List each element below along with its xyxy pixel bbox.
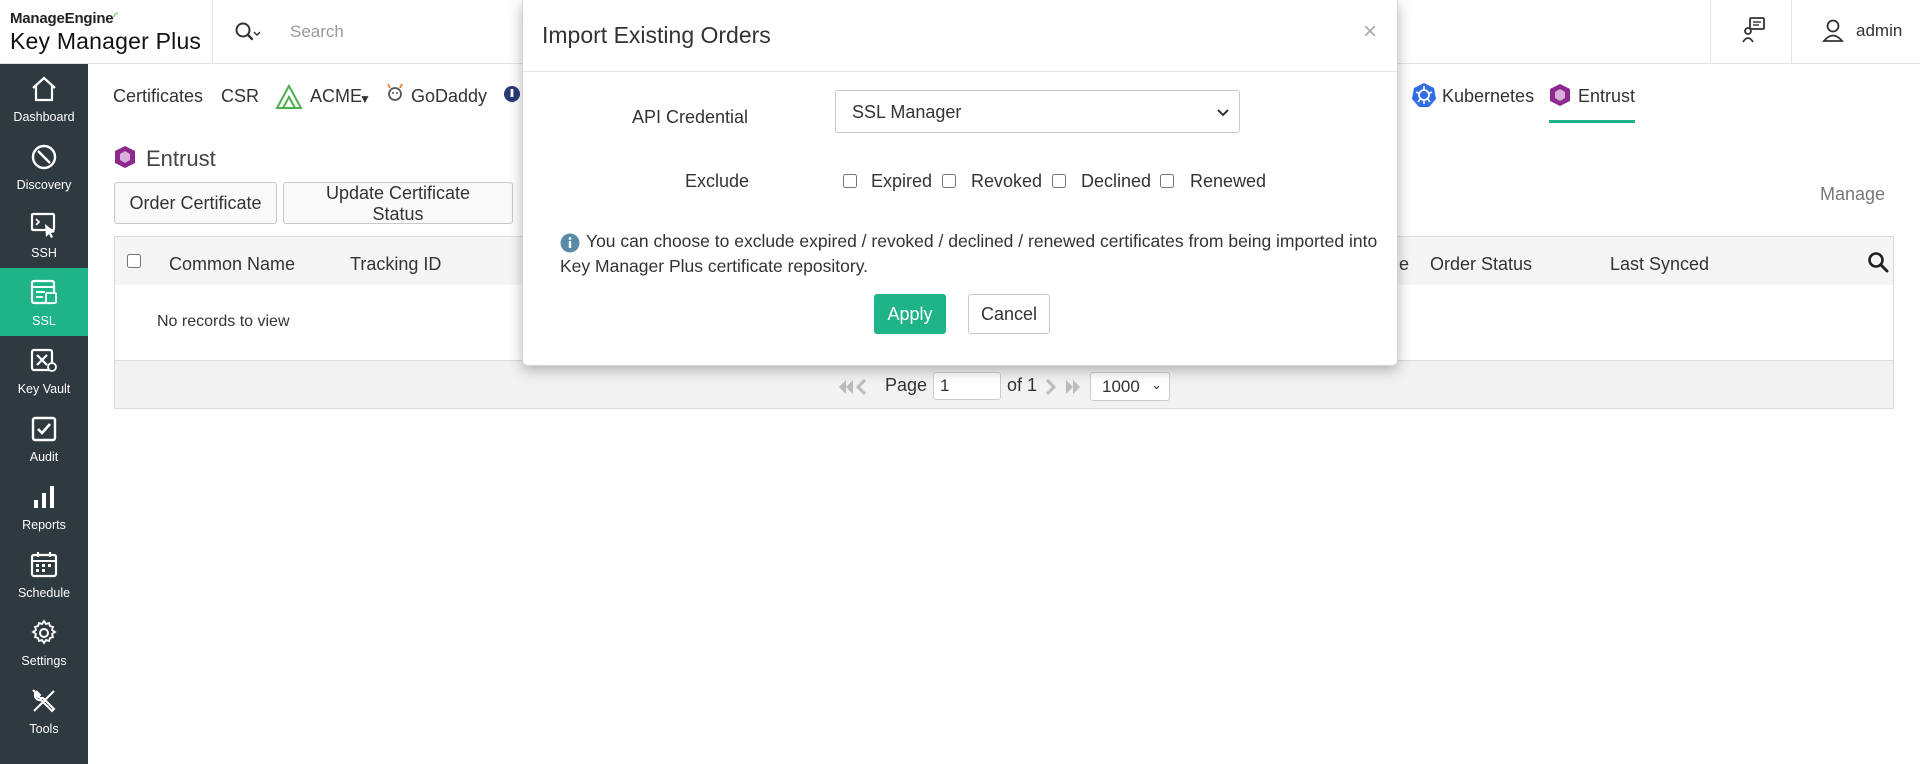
ssl-icon [30, 279, 57, 305]
sidebar-item-label: Discovery [16, 178, 72, 192]
entrust-icon [1550, 84, 1570, 106]
tab-kubernetes[interactable]: Kubernetes [1442, 86, 1534, 107]
brand-leaf-icon: ◜ [113, 11, 118, 23]
user-name[interactable]: admin [1856, 21, 1902, 41]
apply-button[interactable]: Apply [874, 294, 946, 334]
page-label: Page [885, 375, 928, 395]
page-size-select[interactable]: 1000 ⌄ [1090, 372, 1170, 401]
reports-icon [34, 486, 54, 508]
tab-certificates[interactable]: Certificates [113, 86, 203, 107]
key-vault-icon [30, 348, 57, 372]
sidebar-item-schedule[interactable]: Schedule [0, 540, 88, 608]
sidebar-item-label: Reports [22, 518, 66, 532]
sidebar-item-label: Tools [29, 722, 59, 736]
close-icon[interactable]: × [1363, 18, 1377, 46]
exclude-label: Exclude [685, 171, 750, 191]
chevron-down-icon [1217, 109, 1229, 117]
search-icon[interactable] [234, 20, 260, 44]
api-credential-label: API Credential [632, 107, 749, 127]
sidebar-item-ssl[interactable]: SSL [0, 268, 88, 336]
select-all-checkbox[interactable] [127, 254, 141, 268]
sidebar-item-label: Audit [29, 450, 59, 464]
sidebar-item-label: Key Vault [17, 382, 71, 396]
sidebar-item-label: Schedule [17, 586, 71, 600]
settings-icon [31, 619, 57, 645]
empty-message: No records to view [157, 313, 290, 330]
column-common-name[interactable]: Common Name [169, 254, 295, 275]
page-number-input[interactable] [933, 372, 1001, 400]
search-input[interactable] [290, 18, 530, 46]
sidebar-item-label: SSL [32, 314, 56, 328]
api-credential-value: SSL Manager [852, 102, 962, 122]
header-divider [212, 0, 213, 63]
chevron-down-icon[interactable]: ▼ [359, 92, 371, 106]
dialog-title: Import Existing Orders [542, 22, 771, 48]
exclude-declined-label[interactable]: Declined [1081, 171, 1151, 192]
discovery-icon [31, 144, 57, 170]
search-icon[interactable] [1867, 251, 1889, 273]
tab-godaddy[interactable]: GoDaddy [411, 86, 487, 107]
page-total-label: of 1 [1007, 375, 1038, 395]
header-divider [1791, 0, 1792, 63]
kubernetes-icon [1412, 83, 1436, 107]
entrust-icon [115, 146, 135, 168]
acme-icon [275, 83, 303, 109]
chevron-down-icon: ⌄ [1151, 377, 1162, 392]
order-certificate-button[interactable]: Order Certificate [114, 182, 277, 224]
info-text: You can choose to exclude expired / revo… [560, 231, 1378, 276]
home-icon [32, 76, 56, 102]
exclude-revoked-label[interactable]: Revoked [971, 171, 1042, 192]
update-certificate-status-button[interactable]: Update Certificate Status [283, 182, 513, 224]
manage-link[interactable]: Manage [1820, 184, 1885, 205]
import-orders-dialog: Import Existing Orders × API Credential … [522, 0, 1398, 366]
sidebar-item-audit[interactable]: Audit [0, 404, 88, 472]
sidebar-item-dashboard[interactable]: Dashboard [0, 64, 88, 132]
brand-name: ManageEngine [10, 10, 114, 27]
sidebar-item-reports[interactable]: Reports [0, 472, 88, 540]
header-divider [1710, 0, 1711, 63]
sidebar-item-tools[interactable]: Tools [0, 676, 88, 744]
audit-icon [31, 416, 57, 442]
sidebar-item-label: SSH [31, 246, 57, 260]
exclude-expired-label[interactable]: Expired [871, 171, 932, 192]
pager: Page of 1 1000 ⌄ [114, 361, 1894, 409]
sidebar-item-label: Settings [21, 654, 67, 668]
sidebar-item-key-vault[interactable]: Key Vault [0, 336, 88, 404]
exclude-declined-checkbox[interactable] [1052, 174, 1066, 188]
sidebar-item-discovery[interactable]: Discovery [0, 132, 88, 200]
page-size-value: 1000 [1102, 377, 1140, 396]
exclude-revoked-checkbox[interactable] [942, 174, 956, 188]
sidebar: Dashboard Discovery SSH SSL Key Vault Au… [0, 64, 88, 764]
exclude-renewed-checkbox[interactable] [1160, 174, 1174, 188]
column-order-status[interactable]: Order Status [1430, 254, 1532, 275]
tab-csr[interactable]: CSR [221, 86, 259, 107]
next-last-page-icon[interactable] [1045, 379, 1083, 395]
schedule-icon [30, 552, 58, 578]
tools-icon [32, 689, 56, 713]
tab-acme[interactable]: ACME [310, 86, 362, 107]
tab-hidden-icon [504, 86, 520, 102]
tab-entrust[interactable]: Entrust [1578, 86, 1635, 107]
godaddy-icon [387, 83, 403, 101]
sidebar-item-label: Dashboard [13, 110, 75, 124]
column-last-synced[interactable]: Last Synced [1610, 254, 1709, 275]
sidebar-item-settings[interactable]: Settings [0, 608, 88, 676]
active-tab-indicator [1549, 120, 1635, 123]
logo[interactable]: ManageEngine◜ Key Manager Plus [10, 10, 210, 56]
dialog-divider [523, 71, 1397, 72]
exclude-renewed-label[interactable]: Renewed [1190, 171, 1266, 192]
announcement-icon[interactable] [1741, 16, 1767, 44]
cancel-button[interactable]: Cancel [968, 294, 1050, 334]
product-name: Key Manager Plus [10, 28, 202, 54]
exclude-expired-checkbox[interactable] [843, 174, 857, 188]
first-prev-page-icon[interactable] [837, 379, 871, 395]
user-icon[interactable] [1822, 18, 1844, 42]
page-title: Entrust [146, 146, 216, 171]
ssh-icon [30, 212, 56, 238]
sidebar-item-ssh[interactable]: SSH [0, 200, 88, 268]
column-tracking-id[interactable]: Tracking ID [350, 254, 441, 275]
api-credential-select[interactable]: SSL Manager [835, 90, 1240, 133]
